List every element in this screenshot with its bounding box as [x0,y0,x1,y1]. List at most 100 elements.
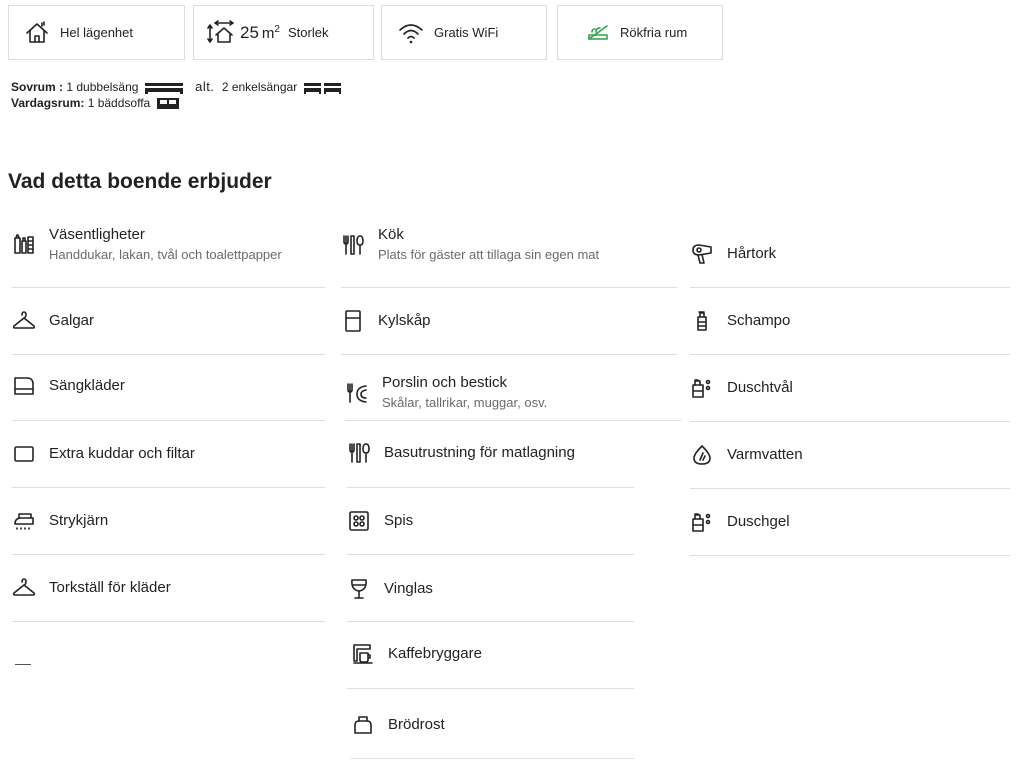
iron-icon [12,509,36,533]
amenity-name: Kök [378,226,404,243]
amenity-hair-dryer: Hårtork [690,242,776,266]
pillow-icon [12,442,36,466]
divider [347,621,634,622]
divider [341,287,677,288]
bedroom-line: Sovrum : 1 dubbelsäng alt. 2 enkelsängar [11,80,345,94]
sofa-bed-icon [156,97,180,110]
feature-label: Storlek [287,25,329,40]
amenity-name: Porslin och bestick [382,374,508,391]
cooking-basics-icon [347,441,371,465]
amenity-cooking-basics: Basutrustning för matlagning [347,441,575,465]
size-value: 25 [240,22,259,42]
divider [690,488,1010,489]
shower-gel-icon [690,510,714,534]
amenity-toaster: Brödrost [351,713,445,737]
amenity-name: Galgar [49,312,95,329]
bedroom-label: Sovrum : [11,80,64,94]
living-room-line: Vardagsrum: 1 bäddsoffa [11,96,182,110]
feature-label: Rökfria rum [620,25,688,40]
home-icon [24,20,50,46]
amenity-name: Torkställ för kläder [49,579,171,596]
amenity-name: Strykjärn [49,512,109,529]
amenity-name: Sängkläder [49,377,125,394]
divider [12,487,325,488]
divider [341,354,677,355]
amenity-essentials: Väsentligheter Handdukar, lakan, tvål oc… [12,226,282,264]
bedroom-value: 1 dubbelsäng [66,80,139,94]
amenity-hot-water: Varmvatten [690,443,803,467]
divider [351,758,634,759]
amenity-name: Duschgel [727,513,790,530]
amenities-heading: Vad detta boende erbjuder [8,170,272,193]
amenity-shower-gel: Duschgel [690,510,790,534]
living-room-label: Vardagsrum: [11,96,85,110]
amenity-coffee-maker: Kaffebryggare [351,642,482,666]
amenity-iron: Strykjärn [12,509,108,533]
bedroom-alt-value: 2 enkelsängar [221,80,298,94]
divider [347,487,634,488]
divider [12,354,325,355]
hot-water-icon [690,443,714,467]
wine-glass-icon [347,577,371,601]
essentials-icon [12,233,36,257]
feature-label: Hel lägenhet [60,25,133,40]
divider [12,554,325,555]
amenity-fridge: Kylskåp [341,309,431,333]
divider [12,420,325,421]
no-smoking-icon [586,21,610,45]
divider [690,354,1010,355]
divider [12,621,325,622]
feature-size: 25 m2 Storlek [193,5,374,60]
bed-linen-icon [12,374,36,398]
amenity-name: Varmvatten [727,446,803,463]
amenity-wine-glasses: Vinglas [347,577,433,601]
divider [690,421,1010,422]
toaster-icon [351,713,375,737]
wifi-icon [398,20,424,46]
shower-soap-icon [690,376,714,400]
divider [15,664,31,665]
amenity-name: Vinglas [384,580,433,597]
size-icon [207,19,235,46]
feature-non-smoking: Rökfria rum [557,5,723,60]
amenity-name: Kaffebryggare [388,645,482,662]
shampoo-icon [690,309,714,333]
amenity-shower-soap: Duschtvål [690,376,793,400]
amenity-bed-linen: Sängkläder [12,374,125,398]
drying-rack-icon [12,576,36,600]
amenity-stove: Spis [347,509,413,533]
amenity-name: Väsentligheter [49,226,145,243]
alt-text: alt. [195,79,215,94]
single-beds-icon [303,82,343,94]
amenity-hangers: Galgar [12,309,94,333]
amenity-name: Brödrost [388,716,445,733]
amenity-name: Hårtork [727,245,777,262]
amenity-name: Spis [384,512,414,529]
divider [347,688,634,689]
amenity-name: Extra kuddar och filtar [49,445,195,462]
coffee-maker-icon [351,642,375,666]
dishes-icon [345,381,369,405]
double-bed-icon [144,82,184,94]
feature-label: Gratis WiFi [434,25,499,40]
amenity-name: Duschtvål [727,379,793,396]
divider [347,554,634,555]
amenity-name: Basutrustning för matlagning [384,444,575,461]
amenity-dishes: Porslin och bestick Skålar, tallrikar, m… [345,374,547,412]
stove-icon [347,509,371,533]
feature-entire-apartment: Hel lägenhet [8,5,185,60]
divider [12,287,325,288]
fridge-icon [341,309,365,333]
hair-dryer-icon [690,242,714,266]
living-room-value: 1 bäddsoffa [87,96,151,110]
amenity-kitchen: Kök Plats för gäster att tillaga sin ege… [341,226,599,264]
amenity-shampoo: Schampo [690,309,790,333]
amenity-extra-pillows: Extra kuddar och filtar [12,442,195,466]
amenity-name: Schampo [727,312,791,329]
kitchen-icon [341,233,365,257]
amenity-desc: Plats för gäster att tillaga sin egen ma… [378,247,600,262]
amenity-desc: Handdukar, lakan, tvål och toalettpapper [49,247,282,262]
divider [345,420,681,421]
divider [690,555,1010,556]
divider [690,287,1010,288]
